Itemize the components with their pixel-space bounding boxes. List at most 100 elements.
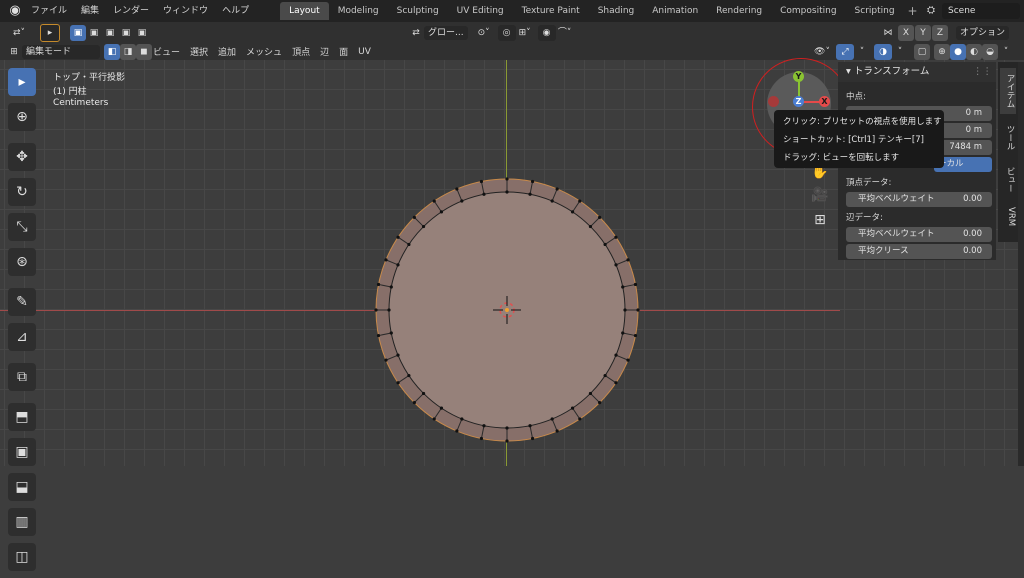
tab-item[interactable]: アイテム xyxy=(1000,68,1016,114)
menu-select[interactable]: 選択 xyxy=(185,45,213,58)
menu-face[interactable]: 面 xyxy=(334,45,353,58)
tab-texture-paint[interactable]: Texture Paint xyxy=(513,2,589,20)
top-menu-bar: ◉ ファイル 編集 レンダー ウィンドウ ヘルプ Layout Modeling… xyxy=(0,0,1024,22)
menu-file[interactable]: ファイル xyxy=(24,0,74,22)
solid-shading-icon[interactable]: ● xyxy=(950,43,966,60)
blender-icon[interactable]: ◉ xyxy=(6,2,24,20)
menu-uv[interactable]: UV xyxy=(353,47,376,57)
transform-orientation-dropdown[interactable]: グロー... xyxy=(424,25,468,40)
tab-compositing[interactable]: Compositing xyxy=(771,2,845,20)
tab-shading[interactable]: Shading xyxy=(589,2,644,20)
add-cube-tool-icon[interactable]: ⧉ xyxy=(8,363,36,391)
pivot-icon[interactable]: ⇄ xyxy=(408,25,424,41)
tab-view[interactable]: ビュー xyxy=(1000,162,1016,198)
visibility-icon[interactable]: 👁˅ xyxy=(812,44,832,60)
select-subtract-icon[interactable]: ▣ xyxy=(102,25,118,41)
menu-vertex[interactable]: 頂点 xyxy=(287,45,315,58)
mirror-y-button[interactable]: Y xyxy=(915,24,931,41)
annotate-tool-icon[interactable]: ✎ xyxy=(8,288,36,316)
transform-panel-header[interactable]: ▾ トランスフォーム ⋮⋮ xyxy=(838,62,996,82)
vertex-dot xyxy=(384,358,388,362)
drag-grip-icon[interactable]: ⋮⋮ xyxy=(973,62,992,82)
falloff-icon[interactable]: ⌒˅ xyxy=(556,25,574,41)
transform-group: ⇄ グロー... ⊙˅ ◎ ⊞˅ ◉ ⌒˅ xyxy=(408,24,574,41)
proportional-edit-icon[interactable]: ◉ xyxy=(537,24,556,41)
mirror-z-button[interactable]: Z xyxy=(932,24,948,41)
select-invert-icon[interactable]: ▣ xyxy=(118,25,134,41)
loop-cut-tool-icon[interactable]: ▥ xyxy=(8,508,36,536)
move-tool-icon[interactable]: ✥ xyxy=(8,143,36,171)
units-label: Centimeters xyxy=(53,98,109,108)
vertex-bevel-weight-label: 平均ベベルウェイト xyxy=(858,194,935,204)
select-new-icon[interactable]: ▣ xyxy=(70,24,86,41)
vertex-dot xyxy=(598,215,602,219)
mirror-x-button[interactable]: X xyxy=(898,24,914,41)
edge-select-icon[interactable]: ◨ xyxy=(120,43,136,60)
scale-tool-icon[interactable]: ⤡ xyxy=(8,213,36,241)
xray-toggle-icon[interactable]: ▢ xyxy=(914,43,930,60)
tab-scripting[interactable]: Scripting xyxy=(846,2,904,20)
overlay-dropdown-icon[interactable]: ˅ xyxy=(892,44,908,60)
inset-tool-icon[interactable]: ▣ xyxy=(8,438,36,466)
tab-tool[interactable]: ツール xyxy=(1000,118,1016,158)
vertex-bevel-weight-field[interactable]: 平均ベベルウェイト 0.00 xyxy=(846,192,992,207)
rotate-tool-icon[interactable]: ↻ xyxy=(8,178,36,206)
measure-tool-icon[interactable]: ⊿ xyxy=(8,323,36,351)
menu-help[interactable]: ヘルプ xyxy=(215,0,256,22)
vertex-dot xyxy=(432,199,436,203)
cursor-tool-icon[interactable]: ⊕ xyxy=(8,103,36,131)
mode-dropdown[interactable]: 編集モード xyxy=(22,44,100,59)
collapse-arrow-icon[interactable]: ▾ xyxy=(846,66,851,77)
tab-sculpting[interactable]: Sculpting xyxy=(388,2,448,20)
vertex-select-icon[interactable]: ◧ xyxy=(104,43,120,60)
tab-vrm[interactable]: VRM xyxy=(1000,202,1016,232)
menu-add[interactable]: 追加 xyxy=(213,45,241,58)
pivot-point-icon[interactable]: ⊙˅ xyxy=(474,25,494,41)
scene-name-field[interactable]: Scene xyxy=(942,3,1020,19)
vertex-dot xyxy=(460,417,464,421)
viewport-menus: ビュー 選択 追加 メッシュ 頂点 辺 面 UV xyxy=(148,44,376,59)
options-dropdown[interactable]: オプション xyxy=(956,25,1010,40)
edge-crease-field[interactable]: 平均クリース 0.00 xyxy=(846,244,992,259)
wireframe-shading-icon[interactable]: ⊕ xyxy=(934,43,950,60)
gizmo-toggle-icon[interactable]: ⤢ xyxy=(836,43,854,60)
overlay-toggle-icon[interactable]: ◑ xyxy=(874,43,892,60)
vertex-dot xyxy=(407,242,411,247)
tab-modeling[interactable]: Modeling xyxy=(329,2,388,20)
camera-icon[interactable]: 🎥 xyxy=(808,183,832,207)
tab-rendering[interactable]: Rendering xyxy=(707,2,771,20)
menu-edit[interactable]: 編集 xyxy=(74,0,106,22)
grid-view-icon[interactable]: ⊞ xyxy=(808,208,832,232)
snap-target-icon[interactable]: ⊞˅ xyxy=(516,25,534,41)
tab-uv-editing[interactable]: UV Editing xyxy=(448,2,513,20)
gizmo-dropdown-icon[interactable]: ˅ xyxy=(854,44,870,60)
editor-type-button[interactable]: ⇄˅ xyxy=(6,25,32,41)
snap-icon[interactable]: ◎ xyxy=(497,24,516,41)
menu-mesh[interactable]: メッシュ xyxy=(241,45,287,58)
edge-bevel-weight-field[interactable]: 平均ベベルウェイト 0.00 xyxy=(846,227,992,242)
extrude-tool-icon[interactable]: ⬒ xyxy=(8,403,36,431)
tab-layout[interactable]: Layout xyxy=(280,2,329,20)
select-intersect-icon[interactable]: ▣ xyxy=(134,25,150,41)
vertex-dot xyxy=(626,358,630,362)
select-extend-icon[interactable]: ▣ xyxy=(86,25,102,41)
edit-mode-icon[interactable]: ⊞ xyxy=(6,44,22,60)
shading-dropdown-icon[interactable]: ˅ xyxy=(998,44,1014,60)
add-workspace-button[interactable]: + xyxy=(904,4,922,18)
butterfly-icon[interactable]: ⋈ xyxy=(880,25,896,41)
material-shading-icon[interactable]: ◐ xyxy=(966,43,982,60)
menu-edge[interactable]: 辺 xyxy=(315,45,334,58)
bevel-tool-icon[interactable]: ⬓ xyxy=(8,473,36,501)
rendered-shading-icon[interactable]: ◒ xyxy=(982,43,998,60)
vertex-dot xyxy=(387,308,391,312)
transform-tool-icon[interactable]: ⊛ xyxy=(8,248,36,276)
menu-view[interactable]: ビュー xyxy=(148,45,185,58)
menu-window[interactable]: ウィンドウ xyxy=(156,0,215,22)
scene-icon[interactable]: ⛭ xyxy=(922,3,940,19)
view-name-label: トップ・平行投影 xyxy=(53,73,126,83)
knife-tool-icon[interactable]: ◫ xyxy=(8,543,36,571)
select-tool-icon[interactable]: ▸ xyxy=(40,23,60,42)
menu-render[interactable]: レンダー xyxy=(106,0,156,22)
tab-animation[interactable]: Animation xyxy=(643,2,707,20)
select-box-tool-icon[interactable]: ▸ xyxy=(8,68,36,96)
